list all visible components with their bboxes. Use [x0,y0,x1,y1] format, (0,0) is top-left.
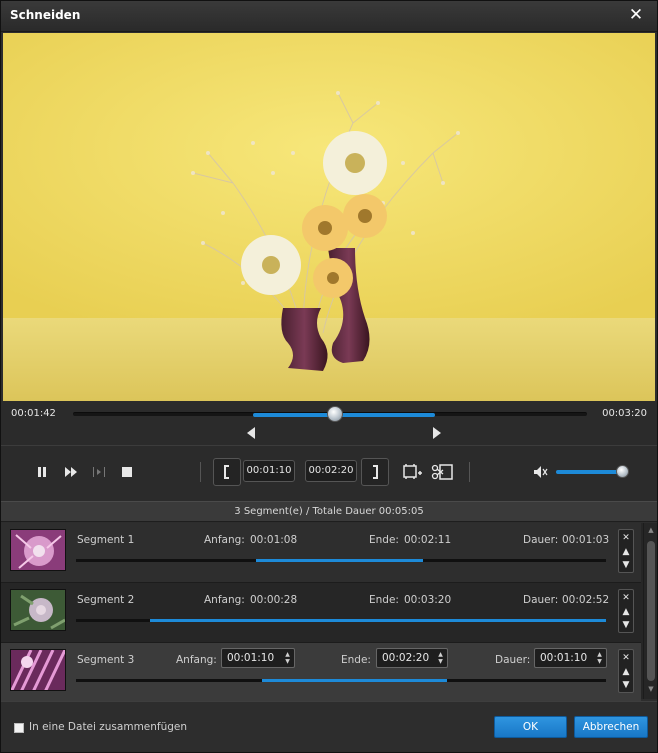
cancel-button[interactable]: Abbrechen [574,716,648,738]
end-label: Ende: [369,594,399,606]
duration-label: Dauer: [495,654,531,666]
segment-range-track [76,559,606,562]
delete-icon[interactable]: ✕ [619,531,633,545]
close-icon[interactable]: ✕ [627,6,645,24]
segment-end: 00:02:11 [404,534,452,546]
segment-start: 00:01:08 [250,534,298,546]
title-bar: Schneiden ✕ [1,1,657,32]
scroll-down-icon[interactable]: ▼ [647,685,655,693]
segment-list-scrollbar[interactable]: ▲ ▼ [643,523,657,699]
segment-row[interactable]: Segment 2 Anfang: 00:00:28 Ende: 00:03:2… [1,583,641,643]
duration-label: Dauer: [523,594,559,606]
segment-duration: 00:01:10 [540,652,588,664]
ok-button[interactable]: OK [494,716,567,738]
segment-thumbnail [10,649,66,691]
spinner-arrows-icon[interactable]: ▲ ▼ [437,651,444,665]
segment-thumbnail [10,529,66,571]
set-start-icon[interactable] [213,458,241,486]
segment-range-track [76,679,606,682]
start-label: Anfang: [204,534,245,546]
end-label: Ende: [341,654,371,666]
move-down-icon[interactable]: ▼ [619,618,633,632]
scroll-up-icon[interactable]: ▲ [647,526,655,534]
video-frame-image [3,33,655,401]
move-up-icon[interactable]: ▲ [619,605,633,619]
video-preview [3,33,655,401]
segment-range [150,619,606,622]
segment-name: Segment 2 [77,594,135,606]
move-up-icon[interactable]: ▲ [619,545,633,559]
cut-icon[interactable] [431,463,453,481]
segment-duration: 00:01:03 [562,534,610,546]
segments-summary: 3 Segment(e) / Totale Dauer 00:05:05 [1,501,657,522]
move-up-icon[interactable]: ▲ [619,665,633,679]
delete-icon[interactable]: ✕ [619,591,633,605]
start-marker-handle[interactable] [246,427,255,439]
timeline-track[interactable] [73,406,587,422]
segment-end: 00:03:20 [404,594,452,606]
segment-range [256,559,424,562]
segment-end: 00:02:20 [382,652,430,664]
segment-range-track [76,619,606,622]
segment-actions: ✕ ▲ ▼ [618,529,634,573]
start-time-field[interactable]: 00:01:10 [243,460,295,482]
segment-list: Segment 1 Anfang: 00:01:08 Ende: 00:02:1… [1,523,657,703]
segment-actions: ✕ ▲ ▼ [618,589,634,633]
segment-end-spinner[interactable]: 00:02:20 ▲ ▼ [376,648,448,668]
divider [469,462,470,482]
divider [200,462,201,482]
end-marker-handle[interactable] [433,427,442,439]
set-end-icon[interactable] [361,458,389,486]
duration-label: Dauer: [523,534,559,546]
segment-duration: 00:02:52 [562,594,610,606]
window-title: Schneiden [10,8,81,22]
stop-icon[interactable] [118,463,136,481]
move-down-icon[interactable]: ▼ [619,678,633,692]
timeline: 00:01:42 00:03:20 [1,401,657,445]
dialog-footer: In eine Datei zusammenfügen OK Abbrechen [1,701,657,752]
add-segment-icon[interactable] [402,463,422,481]
fast-forward-icon[interactable] [62,463,80,481]
selection-range [252,413,436,417]
segment-row-selected[interactable]: Segment 3 Anfang: 00:01:10 ▲ ▼ Ende: 00:02… [1,643,641,703]
segment-name: Segment 1 [77,534,135,546]
end-label: Ende: [369,534,399,546]
merge-label: In eine Datei zusammenfügen [29,721,188,733]
next-frame-icon[interactable] [90,463,108,481]
scrollbar-thumb[interactable] [647,541,655,681]
merge-checkbox[interactable] [14,723,24,733]
segment-name: Segment 3 [77,654,135,666]
volume-icon[interactable] [532,463,550,481]
pause-icon[interactable] [33,463,51,481]
trim-dialog: Schneiden ✕ 00:01:42 00:03:20 00:01:10 0… [0,0,658,753]
total-time: 00:03:20 [602,408,647,419]
spinner-arrows-icon[interactable]: ▲ ▼ [284,651,291,665]
segment-row[interactable]: Segment 1 Anfang: 00:01:08 Ende: 00:02:1… [1,523,641,583]
start-label: Anfang: [176,654,217,666]
delete-icon[interactable]: ✕ [619,651,633,665]
segment-start-spinner[interactable]: 00:01:10 ▲ ▼ [221,648,295,668]
playback-controls: 00:01:10 00:02:20 [1,445,657,501]
spinner-arrows-icon[interactable]: ▲ ▼ [596,651,603,665]
playhead-handle[interactable] [327,406,344,422]
move-down-icon[interactable]: ▼ [619,558,633,572]
volume-handle[interactable] [616,465,629,478]
segment-actions: ✕ ▲ ▼ [618,649,634,693]
current-time: 00:01:42 [11,408,56,419]
segment-start: 00:01:10 [227,652,275,664]
segment-range [261,679,447,682]
volume-slider[interactable] [556,470,624,474]
end-time-field[interactable]: 00:02:20 [305,460,357,482]
segment-start: 00:00:28 [250,594,298,606]
segment-duration-spinner[interactable]: 00:01:10 ▲ ▼ [534,648,607,668]
segment-thumbnail [10,589,66,631]
start-label: Anfang: [204,594,245,606]
